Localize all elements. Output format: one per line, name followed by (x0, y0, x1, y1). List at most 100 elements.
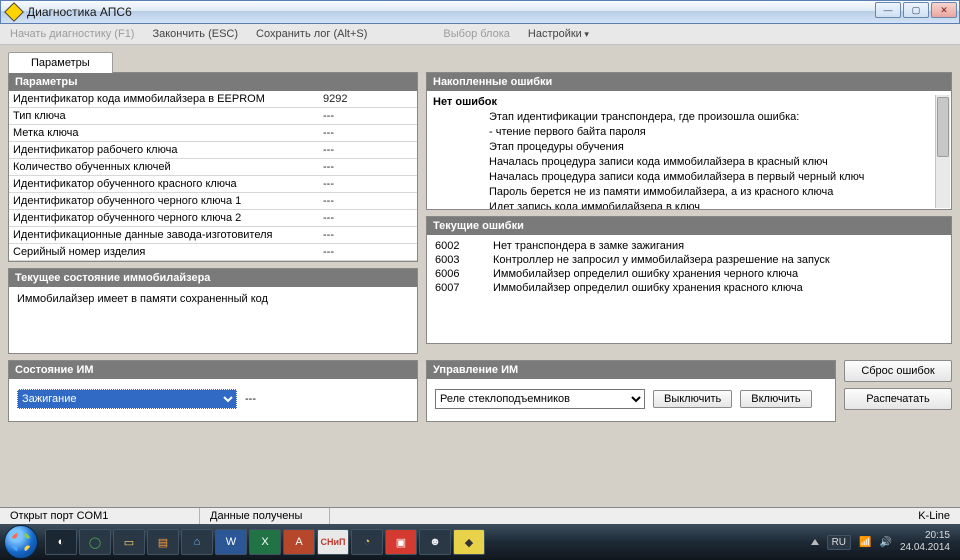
reset-errors-button[interactable]: Сброс ошибок (844, 360, 952, 382)
taskbar-icon[interactable]: ◯ (79, 529, 111, 555)
panel-accum-errors-header: Накопленные ошибки (427, 73, 951, 91)
minimize-button[interactable]: — (875, 2, 901, 18)
scrollbar[interactable] (935, 95, 950, 208)
menu-finish[interactable]: Закончить (ESC) (152, 28, 238, 40)
taskbar-icon[interactable]: ◐ (45, 529, 77, 555)
taskbar-icon[interactable]: ▣ (385, 529, 417, 555)
taskbar-icon[interactable]: ☻ (419, 529, 451, 555)
menubar: Начать диагностику (F1) Закончить (ESC) … (0, 24, 960, 45)
close-button[interactable]: ✕ (931, 2, 957, 18)
no-errors-label: Нет ошибок (433, 95, 933, 110)
scrollbar-thumb[interactable] (937, 97, 949, 157)
param-key: Идентификатор кода иммобилайзера в EEPRO… (13, 93, 323, 105)
accum-line: Идет запись кода иммобилайзера в ключ (433, 200, 933, 209)
param-value: --- (323, 195, 413, 207)
error-row: 6007Иммобилайзер определил ошибку хранен… (429, 281, 949, 295)
param-key: Идентификатор обученного черного ключа 1 (13, 195, 323, 207)
panel-current-errors: Текущие ошибки 6002Нет транспондера в за… (426, 216, 952, 344)
tray-time: 20:15 (900, 530, 950, 542)
menu-save-log[interactable]: Сохранить лог (Alt+S) (256, 28, 367, 40)
param-value: --- (323, 110, 413, 122)
param-row: Идентификационные данные завода-изготови… (9, 227, 417, 244)
param-value: --- (323, 161, 413, 173)
param-key: Количество обученных ключей (13, 161, 323, 173)
error-code: 6002 (435, 240, 475, 252)
param-key: Идентификатор рабочего ключа (13, 144, 323, 156)
param-value: --- (323, 212, 413, 224)
error-row: 6006Иммобилайзер определил ошибку хранен… (429, 267, 949, 281)
accum-line: Пароль берется не из памяти иммобилайзер… (433, 185, 933, 200)
tab-parameters[interactable]: Параметры (8, 52, 113, 73)
param-key: Тип ключа (13, 110, 323, 122)
accum-line: Началась процедура записи кода иммобилай… (433, 170, 933, 185)
taskbar-icon[interactable]: X (249, 529, 281, 555)
param-key: Метка ключа (13, 127, 323, 139)
error-text: Иммобилайзер определил ошибку хранения к… (493, 282, 803, 294)
param-value: --- (323, 246, 413, 258)
taskbar-icon[interactable]: ▭ (113, 529, 145, 555)
panel-imm-state-header: Текущее состояние иммобилайзера (9, 269, 417, 287)
accum-errors-body: Нет ошибок Этап идентификации транспонде… (427, 91, 951, 209)
error-code: 6006 (435, 268, 475, 280)
tray-volume-icon[interactable]: 🔊 (879, 537, 891, 548)
menu-block-select: Выбор блока (443, 28, 509, 40)
panel-im-state: Состояние ИМ Зажигание --- (8, 360, 418, 422)
param-row: Идентификатор обученного красного ключа-… (9, 176, 417, 193)
param-value: --- (323, 178, 413, 190)
accum-line: Началась процедура записи кода иммобилай… (433, 155, 933, 170)
param-value: --- (323, 127, 413, 139)
tray-language[interactable]: RU (827, 535, 851, 550)
taskbar-icon[interactable]: ⌂ (181, 529, 213, 555)
turn-on-button[interactable]: Включить (740, 390, 811, 408)
param-row: Идентификатор обученного черного ключа 2… (9, 210, 417, 227)
taskbar-icon[interactable]: ▤ (147, 529, 179, 555)
panel-im-manage-header: Управление ИМ (427, 361, 835, 379)
im-state-value: --- (245, 393, 256, 405)
menu-settings[interactable]: Настройки (528, 28, 589, 40)
accum-line: Этап процедуры обучения (433, 140, 933, 155)
im-manage-select[interactable]: Реле стеклоподъемников (435, 389, 645, 409)
tray-clock[interactable]: 20:15 24.04.2014 (900, 530, 950, 554)
tray-network-icon[interactable]: 📶 (859, 537, 871, 548)
maximize-button[interactable]: ▢ (903, 2, 929, 18)
status-data: Данные получены (200, 508, 330, 524)
tabstrip: Параметры (0, 45, 960, 72)
error-code: 6003 (435, 254, 475, 266)
param-row: Идентификатор кода иммобилайзера в EEPRO… (9, 91, 417, 108)
accum-line: - чтение первого байта пароля (433, 125, 933, 140)
client-area: Параметры Идентификатор кода иммобилайзе… (0, 72, 960, 428)
error-text: Нет транспондера в замке зажигания (493, 240, 684, 252)
param-key: Идентификатор обученного красного ключа (13, 178, 323, 190)
param-row: Идентификатор рабочего ключа--- (9, 142, 417, 159)
error-text: Контроллер не запросил у иммобилайзера р… (493, 254, 830, 266)
param-row: Серийный номер изделия--- (9, 244, 417, 261)
menu-start-diag: Начать диагностику (F1) (10, 28, 134, 40)
control-row: Состояние ИМ Зажигание --- Управление ИМ… (8, 360, 952, 422)
panel-accumulated-errors: Накопленные ошибки Нет ошибок Этап идент… (426, 72, 952, 210)
param-row: Идентификатор обученного черного ключа 1… (9, 193, 417, 210)
im-state-select[interactable]: Зажигание (17, 389, 237, 409)
window-title: Диагностика АПС6 (27, 5, 132, 19)
start-button[interactable] (4, 525, 38, 559)
turn-off-button[interactable]: Выключить (653, 390, 732, 408)
taskbar-icon[interactable]: W (215, 529, 247, 555)
taskbar-icon[interactable]: ◆ (453, 529, 485, 555)
taskbar-icon[interactable]: A (283, 529, 315, 555)
status-port: Открыт порт COM1 (0, 508, 200, 524)
param-value: --- (323, 144, 413, 156)
panel-parameters-header: Параметры (9, 73, 417, 91)
imm-state-text: Иммобилайзер имеет в памяти сохраненный … (9, 287, 417, 311)
panel-im-manage: Управление ИМ Реле стеклоподъемников Вык… (426, 360, 836, 422)
taskbar: ◐ ◯ ▭ ▤ ⌂ W X A СНиП ◔ ▣ ☻ ◆ RU 📶 🔊 20:1… (0, 524, 960, 560)
tray-expand-icon[interactable] (811, 539, 819, 545)
accum-line: Этап идентификации транспондера, где про… (433, 110, 933, 125)
system-tray: RU 📶 🔊 20:15 24.04.2014 (811, 530, 956, 554)
panel-immobilizer-state: Текущее состояние иммобилайзера Иммобила… (8, 268, 418, 354)
error-row: 6002 Нет транспондера в замке зажигания (429, 239, 949, 253)
app-icon (4, 2, 24, 22)
taskbar-icon[interactable]: СНиП (317, 529, 349, 555)
error-row: 6003 Контроллер не запросил у иммобилайзе… (429, 253, 949, 267)
side-buttons: Сброс ошибок Распечатать (844, 360, 952, 410)
print-button[interactable]: Распечатать (844, 388, 952, 410)
taskbar-icon[interactable]: ◔ (351, 529, 383, 555)
